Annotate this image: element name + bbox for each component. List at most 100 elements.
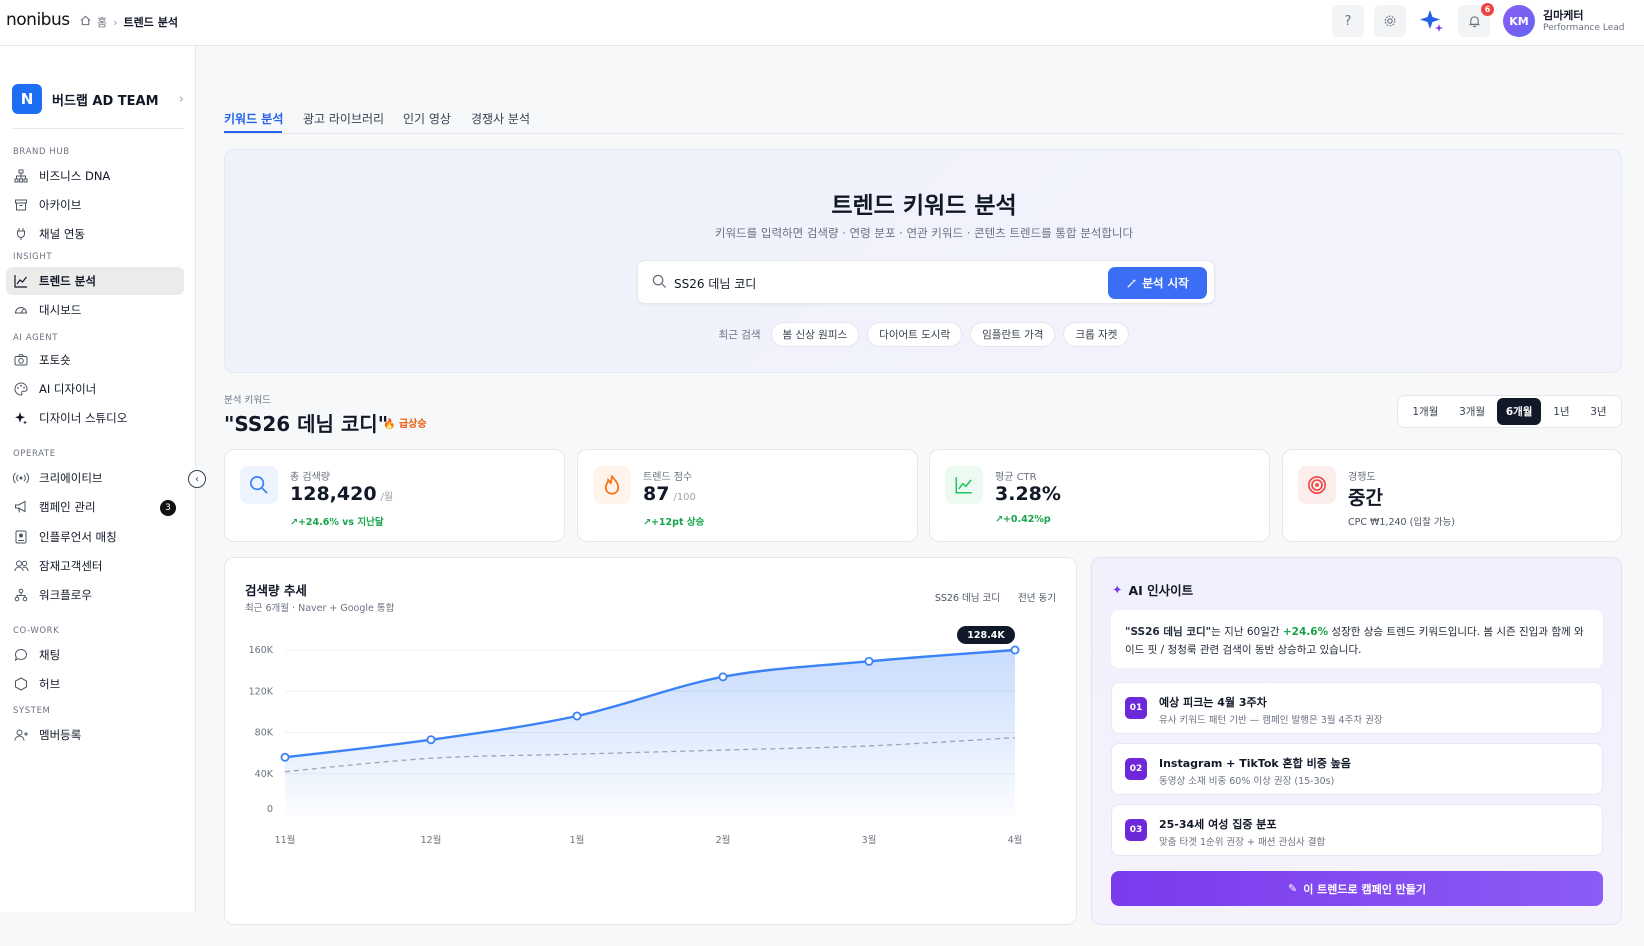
sidebar-item-audience[interactable]: 잠재고객센터 (6, 552, 184, 580)
sidebar-item-ai-designer[interactable]: AI 디자이너 (6, 375, 184, 403)
metric-unit: /월 (380, 492, 394, 503)
metric-card-trend-score: 트렌드 점수 87/100 ↗+12pt 상승 (577, 449, 918, 542)
hexagon-icon (13, 676, 29, 692)
sidebar-item-business-dna[interactable]: 비즈니스 DNA (6, 162, 184, 190)
ai-sparkle-button[interactable] (1416, 5, 1448, 37)
insight-desc: 동영상 소재 비중 60% 이상 권장 (15-30s) (1159, 776, 1335, 787)
ai-insight-header: ✦ AI 인사이트 (1112, 580, 1193, 599)
settings-button[interactable] (1374, 5, 1406, 37)
help-icon: ? (1344, 13, 1352, 29)
home-icon[interactable] (80, 15, 91, 29)
x-tick-label: 11월 (275, 834, 296, 846)
metric-value: 128,420/월 (290, 483, 394, 505)
range-1m[interactable]: 1개월 (1403, 398, 1447, 425)
users-icon (13, 558, 29, 574)
range-3m[interactable]: 3개월 (1450, 398, 1494, 425)
team-switcher[interactable]: N 버드랩 AD TEAM › (12, 80, 184, 118)
tab-ad-library[interactable]: 광고 라이브러리 (303, 110, 384, 127)
y-tick-label: 160K (249, 645, 274, 656)
search-box: SS26 데님 코디 분석 시작 (637, 260, 1215, 304)
sidebar-item-label: 멤버등록 (39, 728, 82, 742)
insight-title: Instagram + TikTok 혼합 비중 높음 (1159, 757, 1351, 770)
section-ai-agent: AI AGENT (13, 333, 58, 343)
analyze-button-label: 분석 시작 (1142, 276, 1189, 290)
insight-item[interactable]: 03 25-34세 여성 집중 분포 맞춤 타겟 1순위 권장 + 패션 관심사… (1111, 804, 1603, 856)
sidebar-item-label: 잠재고객센터 (39, 559, 103, 573)
sidebar-item-influencer[interactable]: 인플루언서 매칭 (6, 523, 184, 551)
breadcrumb-home[interactable]: 홈 (97, 14, 107, 30)
recent-chip[interactable]: 봄 신상 원피스 (770, 322, 860, 347)
sidebar-item-creative[interactable]: 크리에이티브 (6, 464, 184, 492)
sidebar-item-label: 캠페인 관리 (39, 500, 96, 514)
metric-card-search-volume: 총 검색량 128,420/월 ↗+24.6% vs 지난달 (224, 449, 565, 542)
x-tick-label: 3월 (862, 834, 877, 846)
sidebar-item-photoshot[interactable]: 포토숏 (6, 346, 184, 374)
section-system: SYSTEM (13, 706, 51, 716)
sidebar-item-label: AI 디자이너 (39, 382, 97, 396)
tab-keyword[interactable]: 키워드 분석 (224, 110, 283, 127)
create-campaign-button[interactable]: ✎ 이 트렌드로 캠페인 만들기 (1111, 871, 1603, 906)
range-selector: 1개월 3개월 6개월 1년 3년 (1397, 395, 1622, 428)
trending-badge: 🔥 급상승 (383, 419, 427, 430)
tab-competitor[interactable]: 경쟁사 분석 (471, 110, 530, 127)
insight-number: 02 (1125, 758, 1147, 780)
line-chart: 0 40K 80K 120K 160K 11월 12월 1월 2월 3월 4월 128.4K (249, 626, 1022, 846)
ai-insight-panel: ✦ AI 인사이트 "SS26 데님 코디"는 지난 60일간 +24.6% 성… (1091, 557, 1622, 925)
sidebar-item-label: 포토숏 (39, 353, 71, 367)
section-brand-hub: BRAND HUB (13, 147, 70, 157)
range-6m[interactable]: 6개월 (1496, 398, 1542, 425)
recent-chip[interactable]: 크롭 자켓 (1063, 322, 1130, 347)
search-icon (240, 466, 278, 504)
user-name[interactable]: 김마케터 (1543, 7, 1583, 23)
sidebar-collapse-button[interactable]: ‹ (188, 470, 206, 488)
range-1y[interactable]: 1년 (1544, 398, 1578, 425)
analyze-button[interactable]: 분석 시작 (1108, 267, 1207, 299)
sidebar-item-hub[interactable]: 허브 (6, 670, 184, 698)
metric-delta: ↗+12pt 상승 (643, 517, 705, 528)
hero-title: 트렌드 키워드 분석 (831, 193, 1017, 219)
sidebar-item-campaign[interactable]: 캠페인 관리 3 (6, 493, 184, 521)
range-3y[interactable]: 3년 (1581, 398, 1615, 425)
recent-chip[interactable]: 임플란트 가격 (970, 322, 1056, 347)
metric-delta: ↗+24.6% vs 지난달 (290, 517, 384, 528)
sidebar-item-chat[interactable]: 채팅 (6, 641, 184, 669)
sparkle-icon (13, 410, 29, 426)
insight-desc: 유사 키워드 패턴 기반 — 캠페인 발행은 3월 4주차 권장 (1159, 715, 1383, 726)
chevron-right-icon: › (113, 15, 118, 29)
y-tick-label: 40K (255, 769, 274, 780)
gear-icon (1384, 15, 1396, 27)
metric-label: 평균 CTR (995, 472, 1037, 483)
sidebar-item-label: 대시보드 (39, 303, 82, 317)
insight-desc: 맞춤 타겟 1순위 권장 + 패션 관심사 결합 (1159, 837, 1326, 848)
sidebar-item-channel[interactable]: 채널 연동 (6, 220, 184, 248)
tab-popular-video[interactable]: 인기 영상 (403, 110, 451, 127)
user-role: Performance Lead (1543, 23, 1625, 33)
insight-item[interactable]: 02 Instagram + TikTok 혼합 비중 높음 동영상 소재 비중… (1111, 743, 1603, 795)
y-tick-label: 120K (249, 686, 274, 697)
sidebar-item-label: 워크플로우 (39, 588, 92, 602)
insight-item[interactable]: 01 예상 피크는 4월 3주차 유사 키워드 패턴 기반 — 캠페인 발행은 … (1111, 682, 1603, 734)
search-input[interactable]: SS26 데님 코디 (674, 275, 756, 292)
sidebar-item-archive[interactable]: 아카이브 (6, 191, 184, 219)
notifications-button[interactable]: 6 (1458, 3, 1494, 37)
sidebar-item-trend[interactable]: 트렌드 분석 (6, 267, 184, 295)
avatar[interactable]: KM (1503, 5, 1535, 37)
metric-value: 3.28% (995, 483, 1061, 505)
app-logo[interactable]: nonibus (6, 10, 70, 30)
keyword-label: 분석 키워드 (224, 395, 271, 406)
tab-bar: 키워드 분석 광고 라이브러리 인기 영상 경쟁사 분석 (224, 106, 1622, 134)
sidebar-item-dashboard[interactable]: 대시보드 (6, 296, 184, 324)
y-tick-label: 0 (267, 804, 273, 815)
metric-card-ctr: 평균 CTR 3.28% ↗+0.42%p (929, 449, 1270, 542)
sidebar-item-workflow[interactable]: 워크플로우 (6, 581, 184, 609)
sidebar-item-label: 아카이브 (39, 198, 82, 212)
chat-icon (13, 647, 29, 663)
sparkle-icon (1420, 10, 1443, 32)
recent-chip[interactable]: 다이어트 도시락 (867, 322, 963, 347)
sidebar-item-members[interactable]: 멤버등록 (6, 721, 184, 749)
chevron-left-icon: ‹ (195, 473, 199, 485)
recent-label: 최근 검색 (718, 329, 761, 341)
sidebar-item-designer-studio[interactable]: 디자이너 스튜디오 (6, 404, 184, 432)
data-point (426, 735, 436, 745)
help-button[interactable]: ? (1332, 5, 1364, 37)
